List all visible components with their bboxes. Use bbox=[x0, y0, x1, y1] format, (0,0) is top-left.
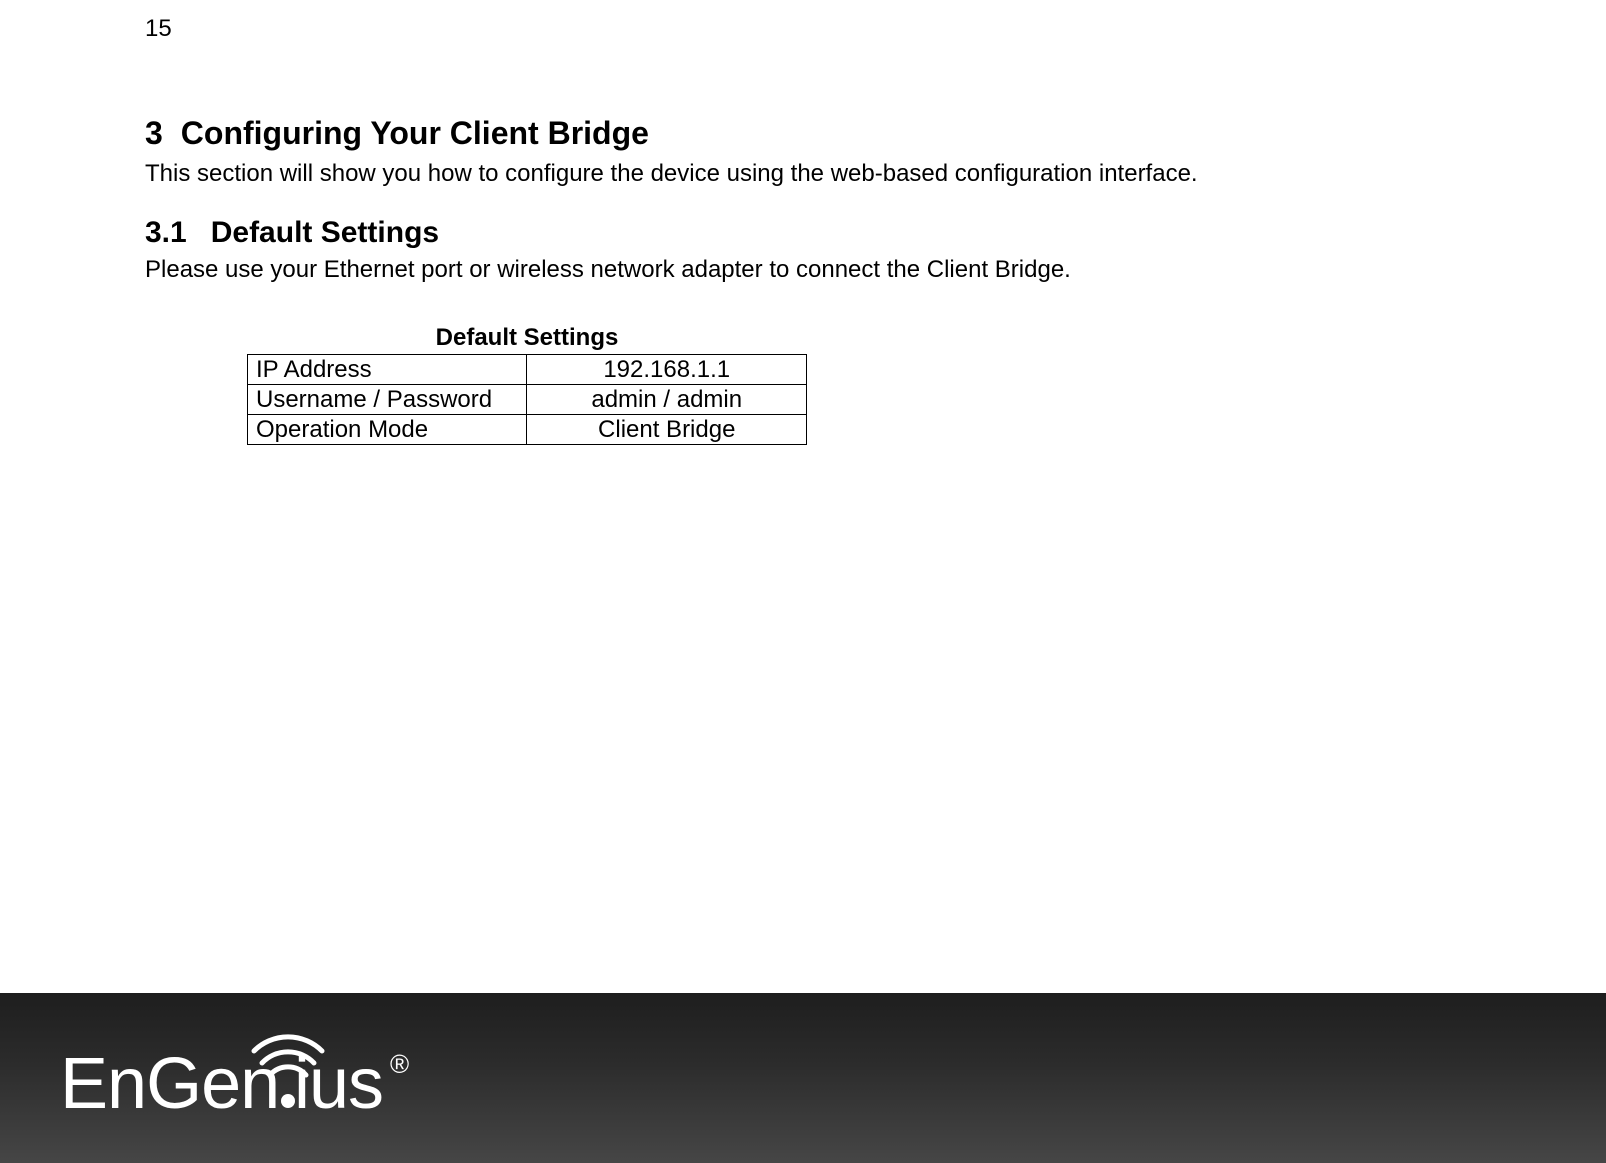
sub-paragraph: Please use your Ethernet port or wireles… bbox=[145, 256, 1445, 284]
intro-paragraph: This section will show you how to config… bbox=[145, 160, 1445, 188]
heading-1-title: Configuring Your Client Bridge bbox=[181, 115, 649, 151]
footer: EnGen ius ® bbox=[0, 993, 1606, 1163]
default-settings-table-wrapper: Default Settings IP Address 192.168.1.1 … bbox=[247, 324, 1445, 445]
heading-1: 3 Configuring Your Client Bridge bbox=[145, 115, 1445, 152]
heading-2-number: 3.1 bbox=[145, 216, 187, 250]
table-cell-value: 192.168.1.1 bbox=[527, 355, 807, 385]
table-title: Default Settings bbox=[247, 324, 807, 352]
heading-2-title: Default Settings bbox=[211, 216, 439, 249]
page-number: 15 bbox=[145, 15, 172, 43]
table-row: IP Address 192.168.1.1 bbox=[248, 355, 807, 385]
heading-2: 3.1 Default Settings bbox=[145, 216, 1445, 250]
heading-1-number: 3 bbox=[145, 115, 163, 152]
svg-text:EnGen: EnGen bbox=[60, 1044, 279, 1124]
table-cell-label: Operation Mode bbox=[248, 415, 527, 445]
svg-text:®: ® bbox=[390, 1049, 409, 1079]
table-row: Username / Password admin / admin bbox=[248, 385, 807, 415]
main-content: 3 Configuring Your Client Bridge This sec… bbox=[145, 115, 1445, 445]
table-cell-value: admin / admin bbox=[527, 385, 807, 415]
table-cell-label: IP Address bbox=[248, 355, 527, 385]
table-cell-label: Username / Password bbox=[248, 385, 527, 415]
table-row: Operation Mode Client Bridge bbox=[248, 415, 807, 445]
default-settings-table: IP Address 192.168.1.1 Username / Passwo… bbox=[247, 354, 807, 445]
table-cell-value: Client Bridge bbox=[527, 415, 807, 445]
engenius-logo-icon: EnGen ius ® bbox=[60, 1023, 420, 1133]
brand-logo: EnGen ius ® bbox=[60, 1023, 420, 1133]
